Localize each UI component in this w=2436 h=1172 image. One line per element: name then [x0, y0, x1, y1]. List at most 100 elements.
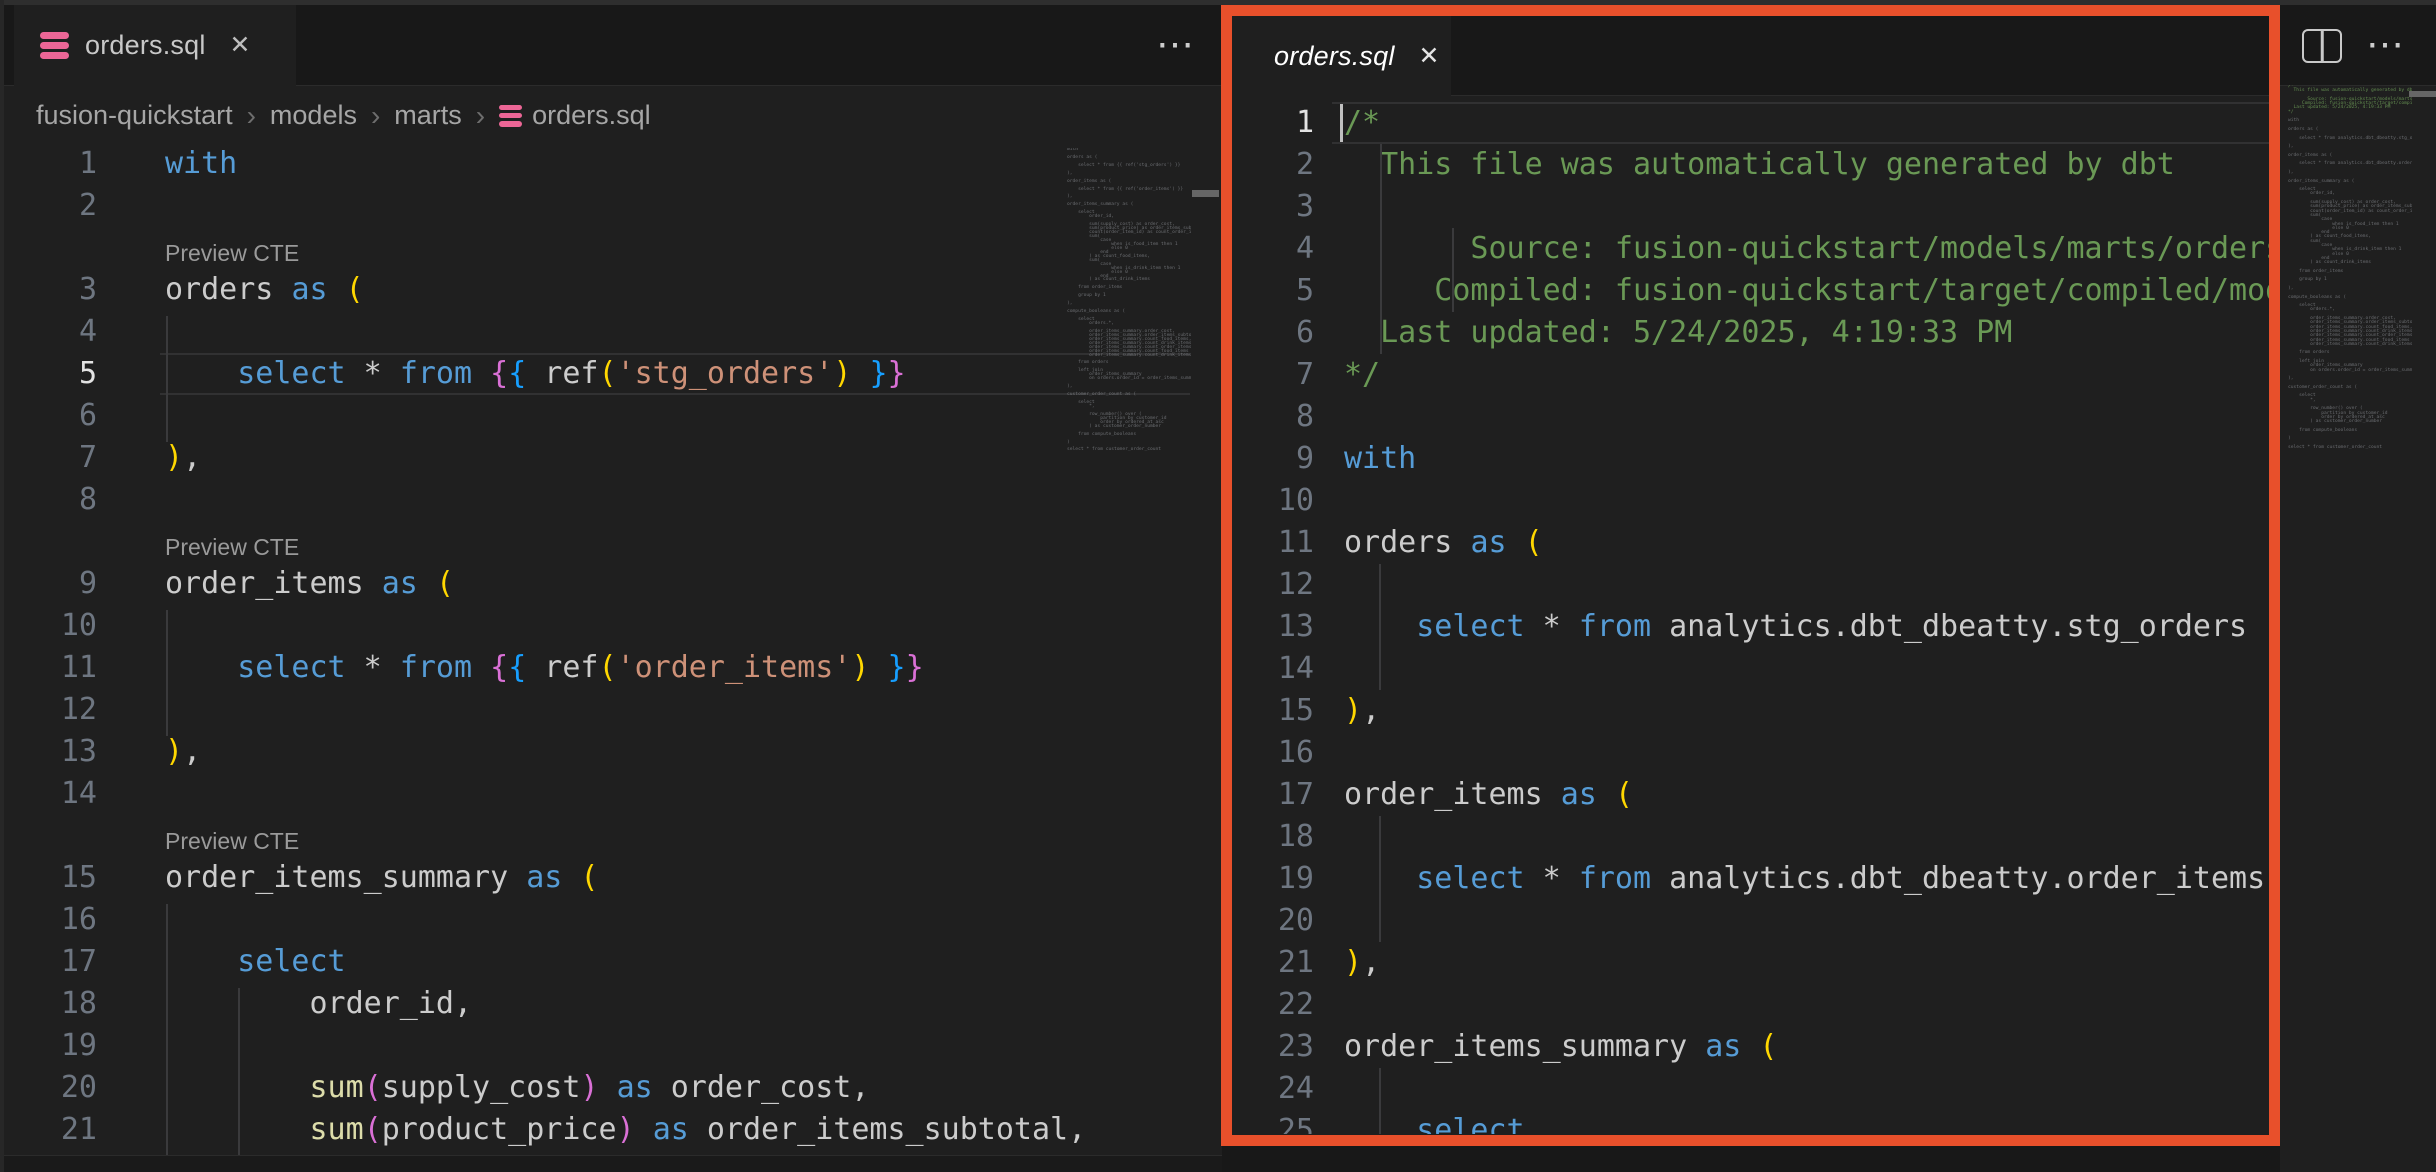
- code-line[interactable]: 6: [0, 395, 1222, 437]
- line-number[interactable]: 15: [0, 857, 97, 899]
- line-number[interactable]: 21: [1232, 942, 1314, 984]
- codelens-preview-cte[interactable]: Preview CTE: [165, 240, 299, 267]
- line-number[interactable]: 12: [0, 689, 97, 731]
- code-line[interactable]: 15order_items_summary as (: [0, 857, 1222, 899]
- code-line[interactable]: 19 select * from analytics.dbt_dbeatty.o…: [1232, 858, 2269, 900]
- code-line[interactable]: 24: [1232, 1068, 2269, 1110]
- breadcrumb-item-orders.sql[interactable]: orders.sql: [499, 100, 651, 131]
- line-number[interactable]: 18: [1232, 816, 1314, 858]
- breadcrumb-item-fusion-quickstart[interactable]: fusion-quickstart: [36, 100, 233, 131]
- more-actions-icon[interactable]: ⋯: [2366, 26, 2404, 64]
- line-number[interactable]: 24: [1232, 1068, 1314, 1110]
- close-icon[interactable]: ✕: [230, 33, 251, 58]
- code-line[interactable]: 9with: [1232, 438, 2269, 480]
- code-line[interactable]: 8: [1232, 396, 2269, 438]
- code-line[interactable]: 2 This file was automatically generated …: [1232, 144, 2269, 186]
- line-number[interactable]: 25: [1232, 1110, 1314, 1134]
- line-number[interactable]: 5: [0, 353, 97, 395]
- code-line[interactable]: 6 Last updated: 5/24/2025, 4:19:33 PM: [1232, 312, 2269, 354]
- line-number[interactable]: 13: [1232, 606, 1314, 648]
- line-number[interactable]: 20: [1232, 900, 1314, 942]
- code-line[interactable]: 8: [0, 479, 1222, 521]
- code-line[interactable]: 11 select * from {{ ref('order_items') }…: [0, 647, 1222, 689]
- horizontal-scrollbar-track[interactable]: [0, 1156, 1222, 1172]
- line-number[interactable]: 14: [0, 773, 97, 815]
- line-number[interactable]: 22: [1232, 984, 1314, 1026]
- close-icon[interactable]: ✕: [1419, 44, 1440, 69]
- tab-orders-sql-left[interactable]: orders.sql ✕: [14, 5, 296, 86]
- code-line[interactable]: 4 Source: fusion-quickstart/models/marts…: [1232, 228, 2269, 270]
- line-number[interactable]: 15: [1232, 690, 1314, 732]
- line-number[interactable]: 14: [1232, 648, 1314, 690]
- line-number[interactable]: 11: [1232, 522, 1314, 564]
- breadcrumb-item-models[interactable]: models: [270, 100, 357, 131]
- code-line[interactable]: 14: [0, 773, 1222, 815]
- code-line[interactable]: 11orders as (: [1232, 522, 2269, 564]
- code-line[interactable]: 25 select: [1232, 1110, 2269, 1134]
- line-number[interactable]: 4: [0, 311, 97, 353]
- code-line[interactable]: 5 Compiled: fusion-quickstart/target/com…: [1232, 270, 2269, 312]
- code-line[interactable]: 13),: [0, 731, 1222, 773]
- code-line[interactable]: 13 select * from analytics.dbt_dbeatty.s…: [1232, 606, 2269, 648]
- tab-orders-sql-compiled[interactable]: orders.sql ✕: [1232, 16, 1451, 96]
- code-line[interactable]: 3: [1232, 186, 2269, 228]
- line-number[interactable]: 19: [1232, 858, 1314, 900]
- code-line[interactable]: 21 sum(product_price) as order_items_sub…: [0, 1109, 1222, 1151]
- split-editor-icon[interactable]: [2302, 29, 2342, 63]
- code-line[interactable]: 22: [1232, 984, 2269, 1026]
- line-number[interactable]: 19: [0, 1025, 97, 1067]
- code-line[interactable]: 21),: [1232, 942, 2269, 984]
- code-line[interactable]: 9order_items as (: [0, 563, 1222, 605]
- code-line[interactable]: 18 order_id,: [0, 983, 1222, 1025]
- line-number[interactable]: 10: [1232, 480, 1314, 522]
- line-number[interactable]: 16: [1232, 732, 1314, 774]
- line-number[interactable]: 8: [1232, 396, 1314, 438]
- code-line[interactable]: 10: [0, 605, 1222, 647]
- left-code-editor[interactable]: 1with2Preview CTE3orders as (45 select *…: [0, 143, 1222, 1160]
- line-number[interactable]: 9: [0, 563, 97, 605]
- line-number[interactable]: 3: [0, 269, 97, 311]
- line-number[interactable]: 8: [0, 479, 97, 521]
- line-number[interactable]: 2: [0, 185, 97, 227]
- code-line[interactable]: 2: [0, 185, 1222, 227]
- line-number[interactable]: 6: [1232, 312, 1314, 354]
- line-number[interactable]: 10: [0, 605, 97, 647]
- line-number[interactable]: 17: [1232, 774, 1314, 816]
- codelens-preview-cte[interactable]: Preview CTE: [165, 828, 299, 855]
- code-line[interactable]: 23order_items_summary as (: [1232, 1026, 2269, 1068]
- breadcrumb-item-marts[interactable]: marts: [394, 100, 462, 131]
- line-number[interactable]: 20: [0, 1067, 97, 1109]
- codelens-row[interactable]: Preview CTE: [0, 521, 1222, 563]
- line-number[interactable]: 13: [0, 731, 97, 773]
- code-line[interactable]: 1/*: [1232, 102, 2269, 144]
- codelens-preview-cte[interactable]: Preview CTE: [165, 534, 299, 561]
- line-number[interactable]: 23: [1232, 1026, 1314, 1068]
- line-number[interactable]: 6: [0, 395, 97, 437]
- line-number[interactable]: 5: [1232, 270, 1314, 312]
- line-number[interactable]: 4: [1232, 228, 1314, 270]
- line-number[interactable]: 17: [0, 941, 97, 983]
- code-line[interactable]: 10: [1232, 480, 2269, 522]
- code-line[interactable]: 7*/: [1232, 354, 2269, 396]
- right-minimap[interactable]: /* This file was automatically generated…: [2288, 85, 2412, 471]
- code-line[interactable]: 1with: [0, 143, 1222, 185]
- code-line[interactable]: 3orders as (: [0, 269, 1222, 311]
- code-line[interactable]: 16: [0, 899, 1222, 941]
- line-number[interactable]: 12: [1232, 564, 1314, 606]
- code-line[interactable]: 20: [1232, 900, 2269, 942]
- compiled-code-editor[interactable]: 1/*2 This file was automatically generat…: [1232, 102, 2269, 1134]
- code-line[interactable]: 7),: [0, 437, 1222, 479]
- line-number[interactable]: 1: [0, 143, 97, 185]
- code-line[interactable]: 17 select: [0, 941, 1222, 983]
- code-line[interactable]: 19: [0, 1025, 1222, 1067]
- code-line[interactable]: 12: [0, 689, 1222, 731]
- line-number[interactable]: 21: [0, 1109, 97, 1151]
- codelens-row[interactable]: Preview CTE: [0, 815, 1222, 857]
- code-line[interactable]: 17order_items as (: [1232, 774, 2269, 816]
- line-number[interactable]: 1: [1232, 102, 1314, 144]
- code-line[interactable]: 20 sum(supply_cost) as order_cost,: [0, 1067, 1222, 1109]
- line-number[interactable]: 9: [1232, 438, 1314, 480]
- code-line[interactable]: 14: [1232, 648, 2269, 690]
- line-number[interactable]: 18: [0, 983, 97, 1025]
- code-line[interactable]: 5 select * from {{ ref('stg_orders') }}: [0, 353, 1222, 395]
